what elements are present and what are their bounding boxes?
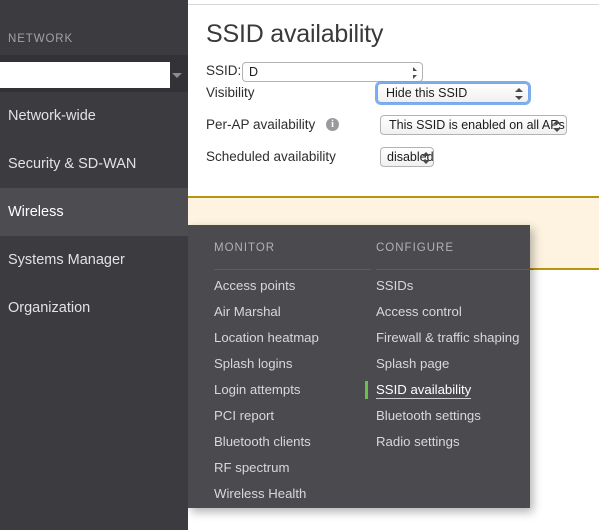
- popup-item-ssid-availability[interactable]: SSID availability: [365, 377, 536, 403]
- caret-down-icon[interactable]: [172, 73, 182, 78]
- popup-item-splash-page[interactable]: Splash page: [376, 351, 536, 377]
- popup-item-label: Splash page: [376, 356, 450, 371]
- popup-item-location-heatmap[interactable]: Location heatmap: [214, 325, 374, 351]
- selected-accent-bar: [365, 381, 368, 399]
- popup-item-login-attempts[interactable]: Login attempts: [214, 377, 374, 403]
- popup-item-label: RF spectrum: [214, 460, 290, 475]
- scheduled-label: Scheduled availability: [206, 149, 336, 164]
- sidebar: NETWORK Network-wide Security & SD-WAN W…: [0, 0, 188, 530]
- popup-column-divider: [376, 269, 533, 270]
- popup-item-label: SSID availability: [376, 382, 472, 399]
- popup-item-air-marshal[interactable]: Air Marshal: [214, 299, 374, 325]
- popup-item-bluetooth-settings[interactable]: Bluetooth settings: [376, 403, 536, 429]
- popup-items-configure: SSIDs Access control Firewall & traffic …: [365, 273, 536, 455]
- sidebar-item-network-wide[interactable]: Network-wide: [0, 92, 188, 140]
- popup-item-label: Radio settings: [376, 434, 460, 449]
- sidebar-nav: Network-wide Security & SD-WAN Wireless …: [0, 92, 188, 332]
- ssid-select-overlay: [258, 63, 413, 81]
- sidebar-item-label: Systems Manager: [8, 252, 125, 268]
- popup-items-monitor: Access points Air Marshal Location heatm…: [214, 273, 374, 507]
- popup-item-wireless-health[interactable]: Wireless Health: [214, 481, 374, 507]
- per-ap-label: Per-AP availability: [206, 117, 316, 132]
- popup-item-label: Login attempts: [214, 382, 301, 397]
- popup-item-ssids[interactable]: SSIDs: [376, 273, 536, 299]
- stepper-icon: [553, 119, 561, 133]
- sidebar-item-label: Organization: [8, 300, 91, 316]
- visibility-label: Visibility: [206, 85, 255, 100]
- sidebar-item-systems-manager[interactable]: Systems Manager: [0, 236, 188, 284]
- wireless-nav-popup: MONITOR Access points Air Marshal Locati…: [188, 225, 533, 508]
- sidebar-section-label: NETWORK: [8, 33, 74, 45]
- popup-item-label: Wireless Health: [214, 486, 307, 501]
- sidebar-item-label: Wireless: [8, 204, 64, 220]
- popup-item-label: Bluetooth clients: [214, 434, 311, 449]
- scheduled-select[interactable]: disabled: [380, 147, 434, 167]
- ssid-label: SSID:: [206, 63, 242, 78]
- popup-column-title: CONFIGURE: [376, 242, 454, 254]
- popup-item-label: Air Marshal: [214, 304, 281, 319]
- content-top-divider: [188, 4, 599, 5]
- sidebar-item-organization[interactable]: Organization: [0, 284, 188, 332]
- popup-item-label: Access control: [376, 304, 462, 319]
- network-picker-input[interactable]: [0, 62, 170, 88]
- ssid-select-value: D: [249, 65, 259, 79]
- per-ap-select[interactable]: This SSID is enabled on all APs: [380, 115, 567, 135]
- sidebar-item-label: Security & SD-WAN: [8, 156, 137, 172]
- popup-item-bluetooth-clients[interactable]: Bluetooth clients: [214, 429, 374, 455]
- popup-item-access-control[interactable]: Access control: [376, 299, 536, 325]
- popup-item-radio-settings[interactable]: Radio settings: [376, 429, 536, 455]
- popup-item-label: SSIDs: [376, 278, 414, 293]
- stepper-icon: [515, 87, 523, 101]
- popup-item-label: Firewall & traffic shaping: [376, 330, 520, 345]
- popup-column-divider: [214, 269, 371, 270]
- popup-item-firewall-traffic-shaping[interactable]: Firewall & traffic shaping: [376, 325, 536, 351]
- popup-item-access-points[interactable]: Access points: [214, 273, 374, 299]
- popup-item-label: Bluetooth settings: [376, 408, 481, 423]
- popup-item-label: Access points: [214, 278, 296, 293]
- sidebar-item-security-sdwan[interactable]: Security & SD-WAN: [0, 140, 188, 188]
- page-title: SSID availability: [206, 20, 384, 48]
- visibility-select[interactable]: Hide this SSID: [377, 83, 529, 103]
- visibility-select-value: Hide this SSID: [386, 86, 468, 100]
- app-root: SSID availability SSID: D Visibility Hid…: [0, 0, 599, 530]
- sidebar-item-label: Network-wide: [8, 108, 96, 124]
- popup-item-pci-report[interactable]: PCI report: [214, 403, 374, 429]
- per-ap-select-value: This SSID is enabled on all APs: [389, 118, 565, 132]
- sidebar-item-wireless[interactable]: Wireless: [0, 188, 188, 236]
- stepper-icon: [422, 151, 430, 165]
- popup-item-splash-logins[interactable]: Splash logins: [214, 351, 374, 377]
- info-icon[interactable]: i: [326, 118, 339, 131]
- popup-item-label: Location heatmap: [214, 330, 319, 345]
- popup-item-label: PCI report: [214, 408, 275, 423]
- popup-item-label: Splash logins: [214, 356, 293, 371]
- popup-item-rf-spectrum[interactable]: RF spectrum: [214, 455, 374, 481]
- popup-column-title: MONITOR: [214, 242, 276, 254]
